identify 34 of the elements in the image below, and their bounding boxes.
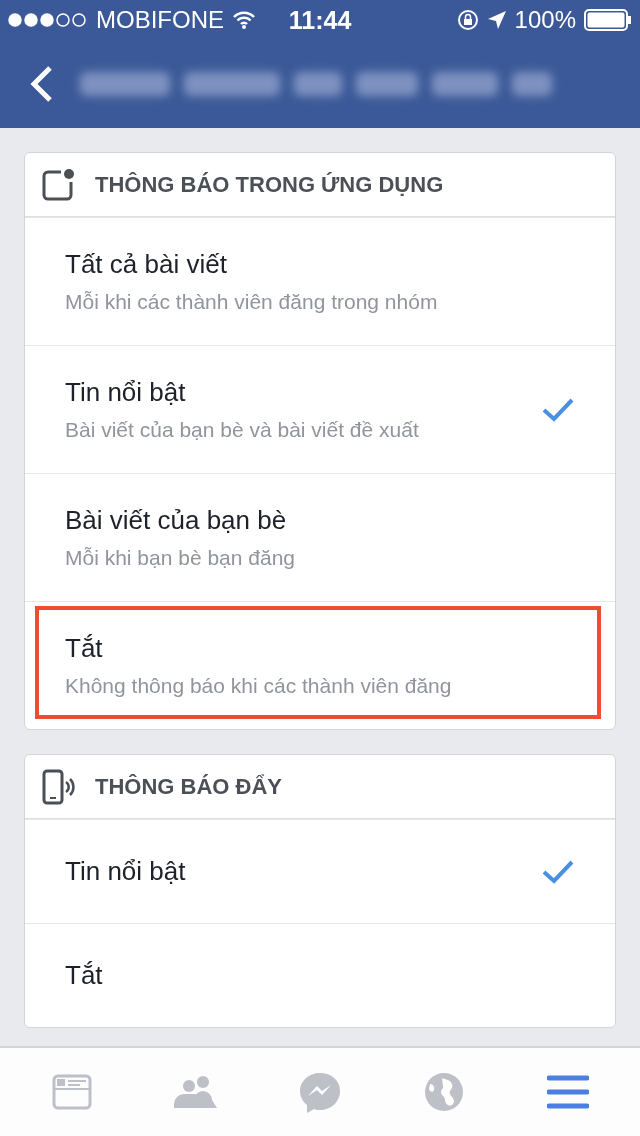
section-title: THÔNG BÁO TRONG ỨNG DỤNG [95,171,444,198]
signal-icon [8,13,88,27]
carrier-name: MOBIFONE [96,6,224,34]
rotation-lock-icon [456,9,479,31]
menu-icon[interactable] [547,1075,589,1109]
option-label: Tất cả bài viết [65,249,228,280]
option-label: Tắt [65,633,104,664]
news-feed-icon[interactable] [52,1074,92,1110]
battery-icon [584,9,632,31]
clock-time: 11:44 [288,5,352,35]
option-row[interactable]: Tất cả bài viết Mỗi khi các thành viên đăng trong nhóm [25,217,615,345]
option-row[interactable]: Bài viết của bạn bè Mỗi khi bạn bè bạn đăng [25,473,615,601]
option-description: Không thông báo khi các thành viên đăng [65,674,453,698]
notification-icon [41,167,75,202]
back-icon[interactable] [30,65,54,103]
option-label: Tắt [65,960,104,991]
messenger-icon[interactable] [299,1071,341,1113]
option-label: Bài viết của bạn bè [65,505,288,536]
location-icon [486,10,507,30]
option-row[interactable]: Tắt [25,923,615,1027]
battery-percent: 100% [514,6,576,34]
wifi-icon [232,11,256,29]
option-description: Mỗi khi các thành viên đăng trong nhóm [65,290,439,314]
option-row[interactable]: Tin nổi bật [25,819,615,923]
option-description: Mỗi khi bạn bè bạn đăng [65,546,296,570]
option-label: Tin nổi bật [65,377,187,408]
option-label: Tin nổi bật [65,856,187,887]
option-row[interactable]: Tin nổi bật Bài viết của bạn bè và bài viết đề xuất [25,345,615,473]
section-title: THÔNG BÁO ĐẨY [95,773,282,800]
globe-icon[interactable] [424,1072,464,1112]
option-description: Bài viết của bạn bè và bài viết đề xuất [65,418,420,442]
vibrating-phone-icon [41,768,75,805]
option-row[interactable]: Tắt Không thông báo khi các thành viên đăng [25,601,615,729]
friends-icon[interactable] [174,1074,218,1110]
